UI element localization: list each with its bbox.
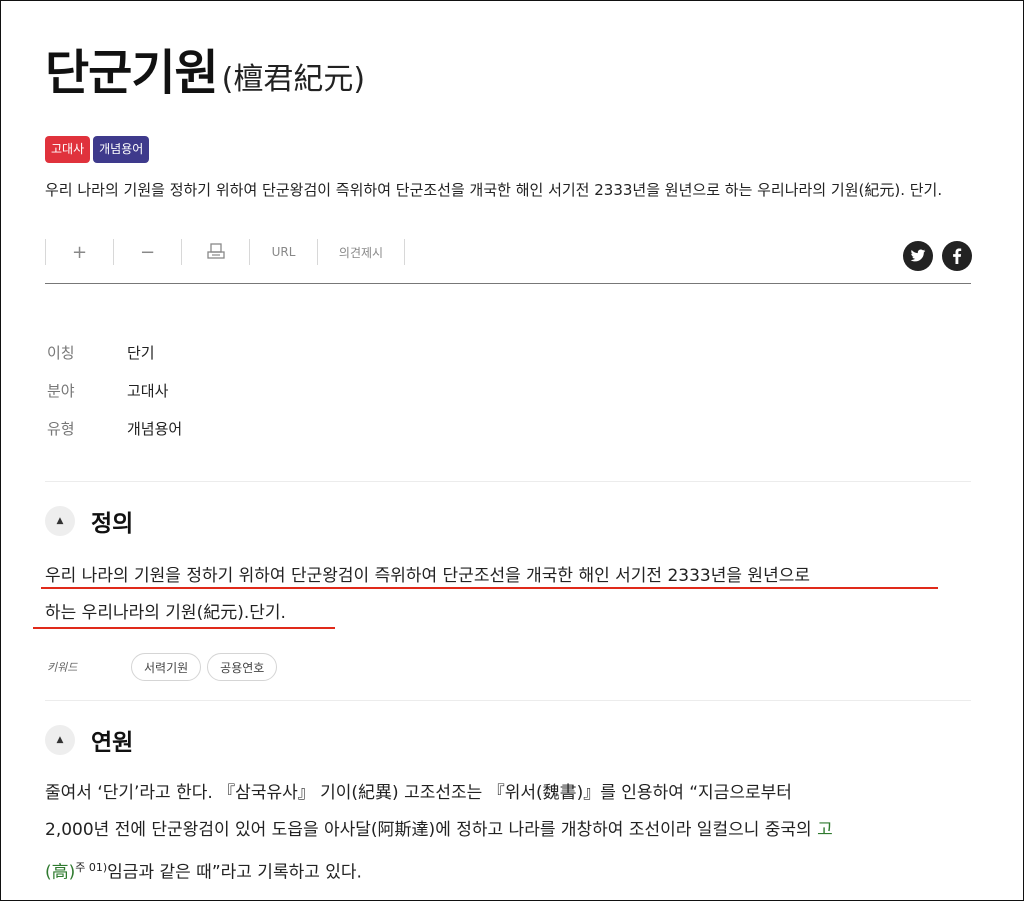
term-link[interactable]: 고 <box>817 820 833 840</box>
zoom-in-button[interactable]: + <box>45 239 113 265</box>
keyword-chip[interactable]: 서력기원 <box>131 653 202 681</box>
title-hanja: (檀君紀元) <box>221 62 366 97</box>
highlight-underline <box>41 587 938 589</box>
footnote-ref[interactable]: 주 01) <box>75 861 107 874</box>
badge-field[interactable]: 고대사 <box>45 136 91 163</box>
definition-text: 우리 나라의 기원을 정하기 위하여 단군왕검이 즉위하여 단군조선을 개국한 … <box>45 558 975 632</box>
origin-title: 연원 <box>91 730 134 756</box>
meta-key: 이칭 <box>47 343 75 362</box>
origin-line-1: 줄여서 ‘단기’라고 한다. 『삼국유사』 기이(紀異) 고조선조는 『위서(魏… <box>45 783 792 803</box>
meta-info: 이칭 단기 분야 고대사 유형 개념용어 <box>47 333 182 447</box>
feedback-button[interactable]: 의견제시 <box>317 239 405 265</box>
toolbar: + − URL 의견제시 <box>45 239 405 265</box>
keyword-chip[interactable]: 공용연호 <box>207 653 278 681</box>
badge-type[interactable]: 개념용어 <box>93 136 150 163</box>
title-main: 단군기원 <box>45 45 219 101</box>
url-label: URL <box>271 245 296 259</box>
section-divider <box>45 700 971 701</box>
origin-header[interactable]: ▲ 연원 <box>45 723 133 757</box>
url-button[interactable]: URL <box>249 239 317 265</box>
meta-row-type: 유형 개념용어 <box>47 409 182 447</box>
meta-value: 단기 <box>127 343 155 362</box>
meta-row-field: 분야 고대사 <box>47 371 182 409</box>
origin-line-2-text: 2,000년 전에 단군왕검이 있어 도읍을 아사달(阿斯達)에 정하고 나라를… <box>45 820 818 840</box>
origin-text: 줄여서 ‘단기’라고 한다. 『삼국유사』 기이(紀異) 고조선조는 『위서(魏… <box>45 775 975 892</box>
definition-title: 정의 <box>91 511 134 537</box>
plus-icon: + <box>71 241 88 263</box>
facebook-share-button[interactable] <box>942 241 972 271</box>
print-button[interactable] <box>181 239 249 265</box>
definition-line-1: 우리 나라의 기원을 정하기 위하여 단군왕검이 즉위하여 단군조선을 개국한 … <box>45 566 810 586</box>
term-link[interactable]: (高) <box>45 863 75 883</box>
page-frame: 단군기원 (檀君紀元) 고대사 개념용어 우리 나라의 기원을 정하기 위하여 … <box>0 0 1024 901</box>
origin-line-2: 2,000년 전에 단군왕검이 있어 도읍을 아사달(阿斯達)에 정하고 나라를… <box>45 812 975 849</box>
keyword-row: 키워드 서력기원 공용연호 <box>47 653 283 681</box>
twitter-icon <box>910 249 926 262</box>
facebook-icon <box>953 248 962 264</box>
header-divider <box>45 283 971 284</box>
meta-key: 분야 <box>47 381 75 400</box>
summary-text: 우리 나라의 기원을 정하기 위하여 단군왕검이 즉위하여 단군조선을 개국한 … <box>45 181 943 199</box>
collapse-icon[interactable]: ▲ <box>45 506 75 536</box>
category-badges: 고대사 개념용어 <box>45 136 150 163</box>
print-icon <box>206 243 225 259</box>
section-divider <box>45 481 971 482</box>
meta-row-alias: 이칭 단기 <box>47 333 182 371</box>
meta-value: 고대사 <box>127 381 169 400</box>
minus-icon: − <box>139 241 156 263</box>
feedback-label: 의견제시 <box>338 245 384 260</box>
page-title: 단군기원 (檀君紀元) <box>45 33 365 103</box>
origin-line-3: (高)주 01)임금과 같은 때”라고 기록하고 있다. <box>45 849 975 892</box>
social-share <box>903 241 972 271</box>
collapse-icon[interactable]: ▲ <box>45 725 75 755</box>
keyword-label: 키워드 <box>47 661 78 674</box>
meta-key: 유형 <box>47 419 75 438</box>
zoom-out-button[interactable]: − <box>113 239 181 265</box>
definition-header[interactable]: ▲ 정의 <box>45 504 133 538</box>
origin-line-3-text: 임금과 같은 때”라고 기록하고 있다. <box>107 862 362 883</box>
twitter-share-button[interactable] <box>903 241 933 271</box>
meta-value: 개념용어 <box>127 419 183 438</box>
highlight-underline <box>33 627 335 629</box>
